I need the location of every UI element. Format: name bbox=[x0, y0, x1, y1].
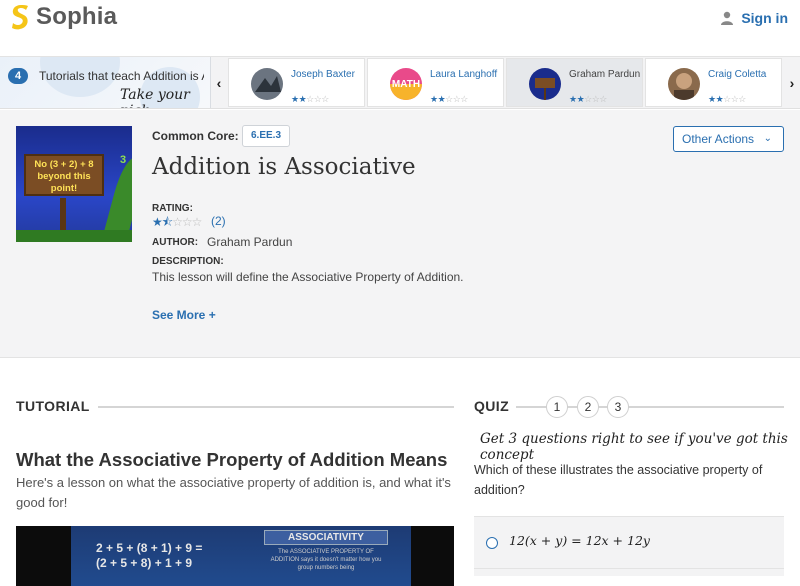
quiz-step-2[interactable]: 2 bbox=[577, 396, 599, 418]
tutorial-author-name: Laura Langhoff bbox=[430, 69, 498, 80]
quiz-step-1[interactable]: 1 bbox=[546, 396, 568, 418]
common-core-label: Common Core: bbox=[152, 129, 239, 143]
page-title: Addition is Associative bbox=[152, 154, 416, 180]
avatar-image bbox=[529, 68, 561, 100]
svg-text:MATH: MATH bbox=[392, 79, 420, 90]
tutorial-description: Here's a lesson on what the associative … bbox=[16, 475, 451, 510]
avatar-image: MATH bbox=[390, 68, 422, 100]
tutorials-intro-text: Tutorials that teach Addition is Associa… bbox=[39, 69, 204, 83]
site-header: Sophia Sign in bbox=[0, 0, 800, 57]
take-your-pick-text: Take your pick: bbox=[120, 87, 190, 108]
carousel-prev-button[interactable]: ‹ bbox=[211, 57, 227, 108]
thumbnail-grass bbox=[16, 230, 132, 242]
video-equation-line-1: 2 + 5 + (8 + 1) + 9 = bbox=[96, 541, 203, 555]
carousel-next-button[interactable]: › bbox=[784, 57, 800, 108]
chevron-right-icon: › bbox=[789, 74, 795, 91]
avatar-image bbox=[251, 68, 283, 100]
lesson-info: 3 No (3 + 2) + 8 beyond this point! Comm… bbox=[0, 110, 800, 358]
tutorial-carousel: 4 Tutorials that teach Addition is Assoc… bbox=[0, 57, 800, 109]
see-more-link[interactable]: See More + bbox=[152, 308, 216, 322]
avatar-image bbox=[668, 68, 700, 100]
quiz-option-radio[interactable] bbox=[486, 537, 498, 549]
user-icon bbox=[721, 11, 734, 25]
author-name: Graham Pardun bbox=[207, 235, 293, 249]
signin-label: Sign in bbox=[741, 10, 788, 26]
tutorial-rating-stars: ★★☆☆☆ bbox=[291, 94, 329, 104]
rating-stars: ★⯪☆☆☆ bbox=[152, 215, 202, 229]
author-avatar bbox=[529, 68, 561, 100]
quiz-option-text: 12(x + y) = 12x + 12y bbox=[509, 533, 650, 548]
brand-name: Sophia bbox=[36, 3, 118, 30]
tutorial-card[interactable]: Joseph Baxter ★★☆☆☆ bbox=[228, 58, 365, 107]
tutorial-rating-stars: ★★☆☆☆ bbox=[430, 94, 468, 104]
quiz-option[interactable] bbox=[474, 568, 784, 576]
signin-link[interactable]: Sign in bbox=[721, 10, 788, 26]
author-avatar bbox=[668, 68, 700, 100]
thumbnail-sign-text: No (3 + 2) + 8 beyond this point! bbox=[34, 159, 94, 194]
lesson-thumbnail: 3 No (3 + 2) + 8 beyond this point! bbox=[16, 126, 132, 242]
tutorial-author-name: Graham Pardun bbox=[569, 69, 641, 80]
description-label: DESCRIPTION: bbox=[152, 256, 224, 267]
video-equation: 2 + 5 + (8 + 1) + 9 = (2 + 5 + 8) + 1 + … bbox=[96, 541, 202, 571]
tutorial-author-name: Craig Coletta bbox=[708, 69, 767, 80]
chevron-down-icon: ⌄ bbox=[763, 133, 772, 144]
tutorial-rating-stars: ★★☆☆☆ bbox=[708, 94, 746, 104]
tutorial-author-name: Joseph Baxter bbox=[291, 69, 355, 80]
quiz-option[interactable]: 12(x + y) = 12x + 12y bbox=[474, 516, 784, 568]
video-panel-title: ASSOCIATIVITY bbox=[264, 530, 388, 545]
thumbnail-number: 3 bbox=[120, 154, 127, 166]
sophia-logo-icon bbox=[12, 5, 28, 30]
tutorials-intro: 4 Tutorials that teach Addition is Assoc… bbox=[0, 57, 211, 108]
common-core-badge[interactable]: 6.EE.3 bbox=[242, 125, 291, 147]
divider bbox=[98, 406, 454, 408]
video-equation-line-2: (2 + 5 + 8) + 1 + 9 bbox=[96, 556, 193, 570]
tutorial-section-heading: TUTORIAL bbox=[16, 398, 90, 414]
tutorial-card[interactable]: Craig Coletta ★★☆☆☆ bbox=[645, 58, 782, 107]
tutorial-card-selected[interactable]: Graham Pardun ★★☆☆☆ bbox=[506, 58, 643, 107]
tutorial-count-badge: 4 bbox=[8, 68, 28, 84]
tutorial-rating-stars: ★★☆☆☆ bbox=[569, 94, 607, 104]
chevron-left-icon: ‹ bbox=[216, 74, 222, 91]
author-avatar: MATH bbox=[390, 68, 422, 100]
tutorial-card[interactable]: MATH Laura Langhoff ★★☆☆☆ bbox=[367, 58, 504, 107]
author-avatar bbox=[251, 68, 283, 100]
tutorial-title: What the Associative Property of Additio… bbox=[16, 449, 448, 470]
thumbnail-sign: No (3 + 2) + 8 beyond this point! bbox=[24, 154, 104, 196]
quiz-section-heading: QUIZ bbox=[474, 398, 510, 414]
sophia-logo[interactable]: Sophia bbox=[10, 3, 117, 31]
quiz-hint: Get 3 questions right to see if you've g… bbox=[480, 431, 788, 463]
author-label: AUTHOR: bbox=[152, 237, 199, 248]
thumbnail-leaf bbox=[104, 154, 132, 238]
other-actions-dropdown[interactable]: Other Actions ⌄ bbox=[673, 126, 784, 152]
quiz-step-3[interactable]: 3 bbox=[607, 396, 629, 418]
lesson-description: This lesson will define the Associative … bbox=[152, 270, 464, 284]
tutorial-video[interactable]: 2 + 5 + (8 + 1) + 9 = (2 + 5 + 8) + 1 + … bbox=[16, 526, 454, 586]
other-actions-label: Other Actions bbox=[682, 132, 755, 146]
video-panel-text: The ASSOCIATIVE PROPERTY OF ADDITION say… bbox=[270, 549, 382, 571]
rating-count[interactable]: (2) bbox=[211, 214, 226, 228]
quiz-question: Which of these illustrates the associati… bbox=[474, 463, 763, 497]
